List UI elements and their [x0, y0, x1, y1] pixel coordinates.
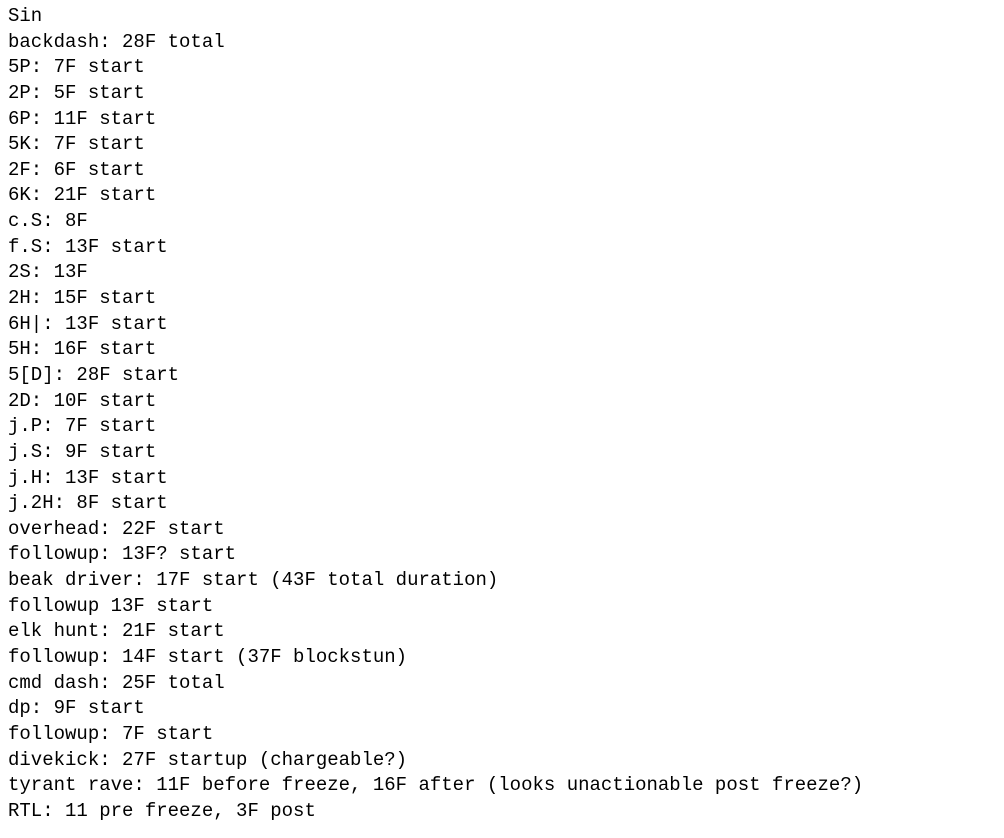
- text-line: dp: 9F start: [8, 696, 996, 722]
- text-line: c.S: 8F: [8, 209, 996, 235]
- text-line: followup 13F start: [8, 594, 996, 620]
- text-line: 5P: 7F start: [8, 55, 996, 81]
- text-line: 6K: 21F start: [8, 183, 996, 209]
- text-line: followup: 14F start (37F blockstun): [8, 645, 996, 671]
- text-line: backdash: 28F total: [8, 30, 996, 56]
- text-line: j.P: 7F start: [8, 414, 996, 440]
- text-line: 2S: 13F: [8, 260, 996, 286]
- text-line: RTL: 11 pre freeze, 3F post: [8, 799, 996, 825]
- text-line: 5H: 16F start: [8, 337, 996, 363]
- text-line: f.S: 13F start: [8, 235, 996, 261]
- text-line: tyrant rave: 11F before freeze, 16F afte…: [8, 773, 996, 799]
- text-line: 5[D]: 28F start: [8, 363, 996, 389]
- text-line: 6H|: 13F start: [8, 312, 996, 338]
- text-line: cmd dash: 25F total: [8, 671, 996, 697]
- text-line: 2D: 10F start: [8, 389, 996, 415]
- frame-data-document: Sin backdash: 28F total 5P: 7F start 2P:…: [8, 4, 996, 825]
- text-line: beak driver: 17F start (43F total durati…: [8, 568, 996, 594]
- text-line: divekick: 27F startup (chargeable?): [8, 748, 996, 774]
- text-line: Sin: [8, 4, 996, 30]
- text-line: 2P: 5F start: [8, 81, 996, 107]
- text-line: overhead: 22F start: [8, 517, 996, 543]
- text-line: j.H: 13F start: [8, 466, 996, 492]
- text-line: j.S: 9F start: [8, 440, 996, 466]
- text-line: 2F: 6F start: [8, 158, 996, 184]
- text-line: 6P: 11F start: [8, 107, 996, 133]
- text-line: 2H: 15F start: [8, 286, 996, 312]
- text-line: 5K: 7F start: [8, 132, 996, 158]
- text-line: followup: 13F? start: [8, 542, 996, 568]
- text-line: elk hunt: 21F start: [8, 619, 996, 645]
- text-line: j.2H: 8F start: [8, 491, 996, 517]
- text-line: followup: 7F start: [8, 722, 996, 748]
